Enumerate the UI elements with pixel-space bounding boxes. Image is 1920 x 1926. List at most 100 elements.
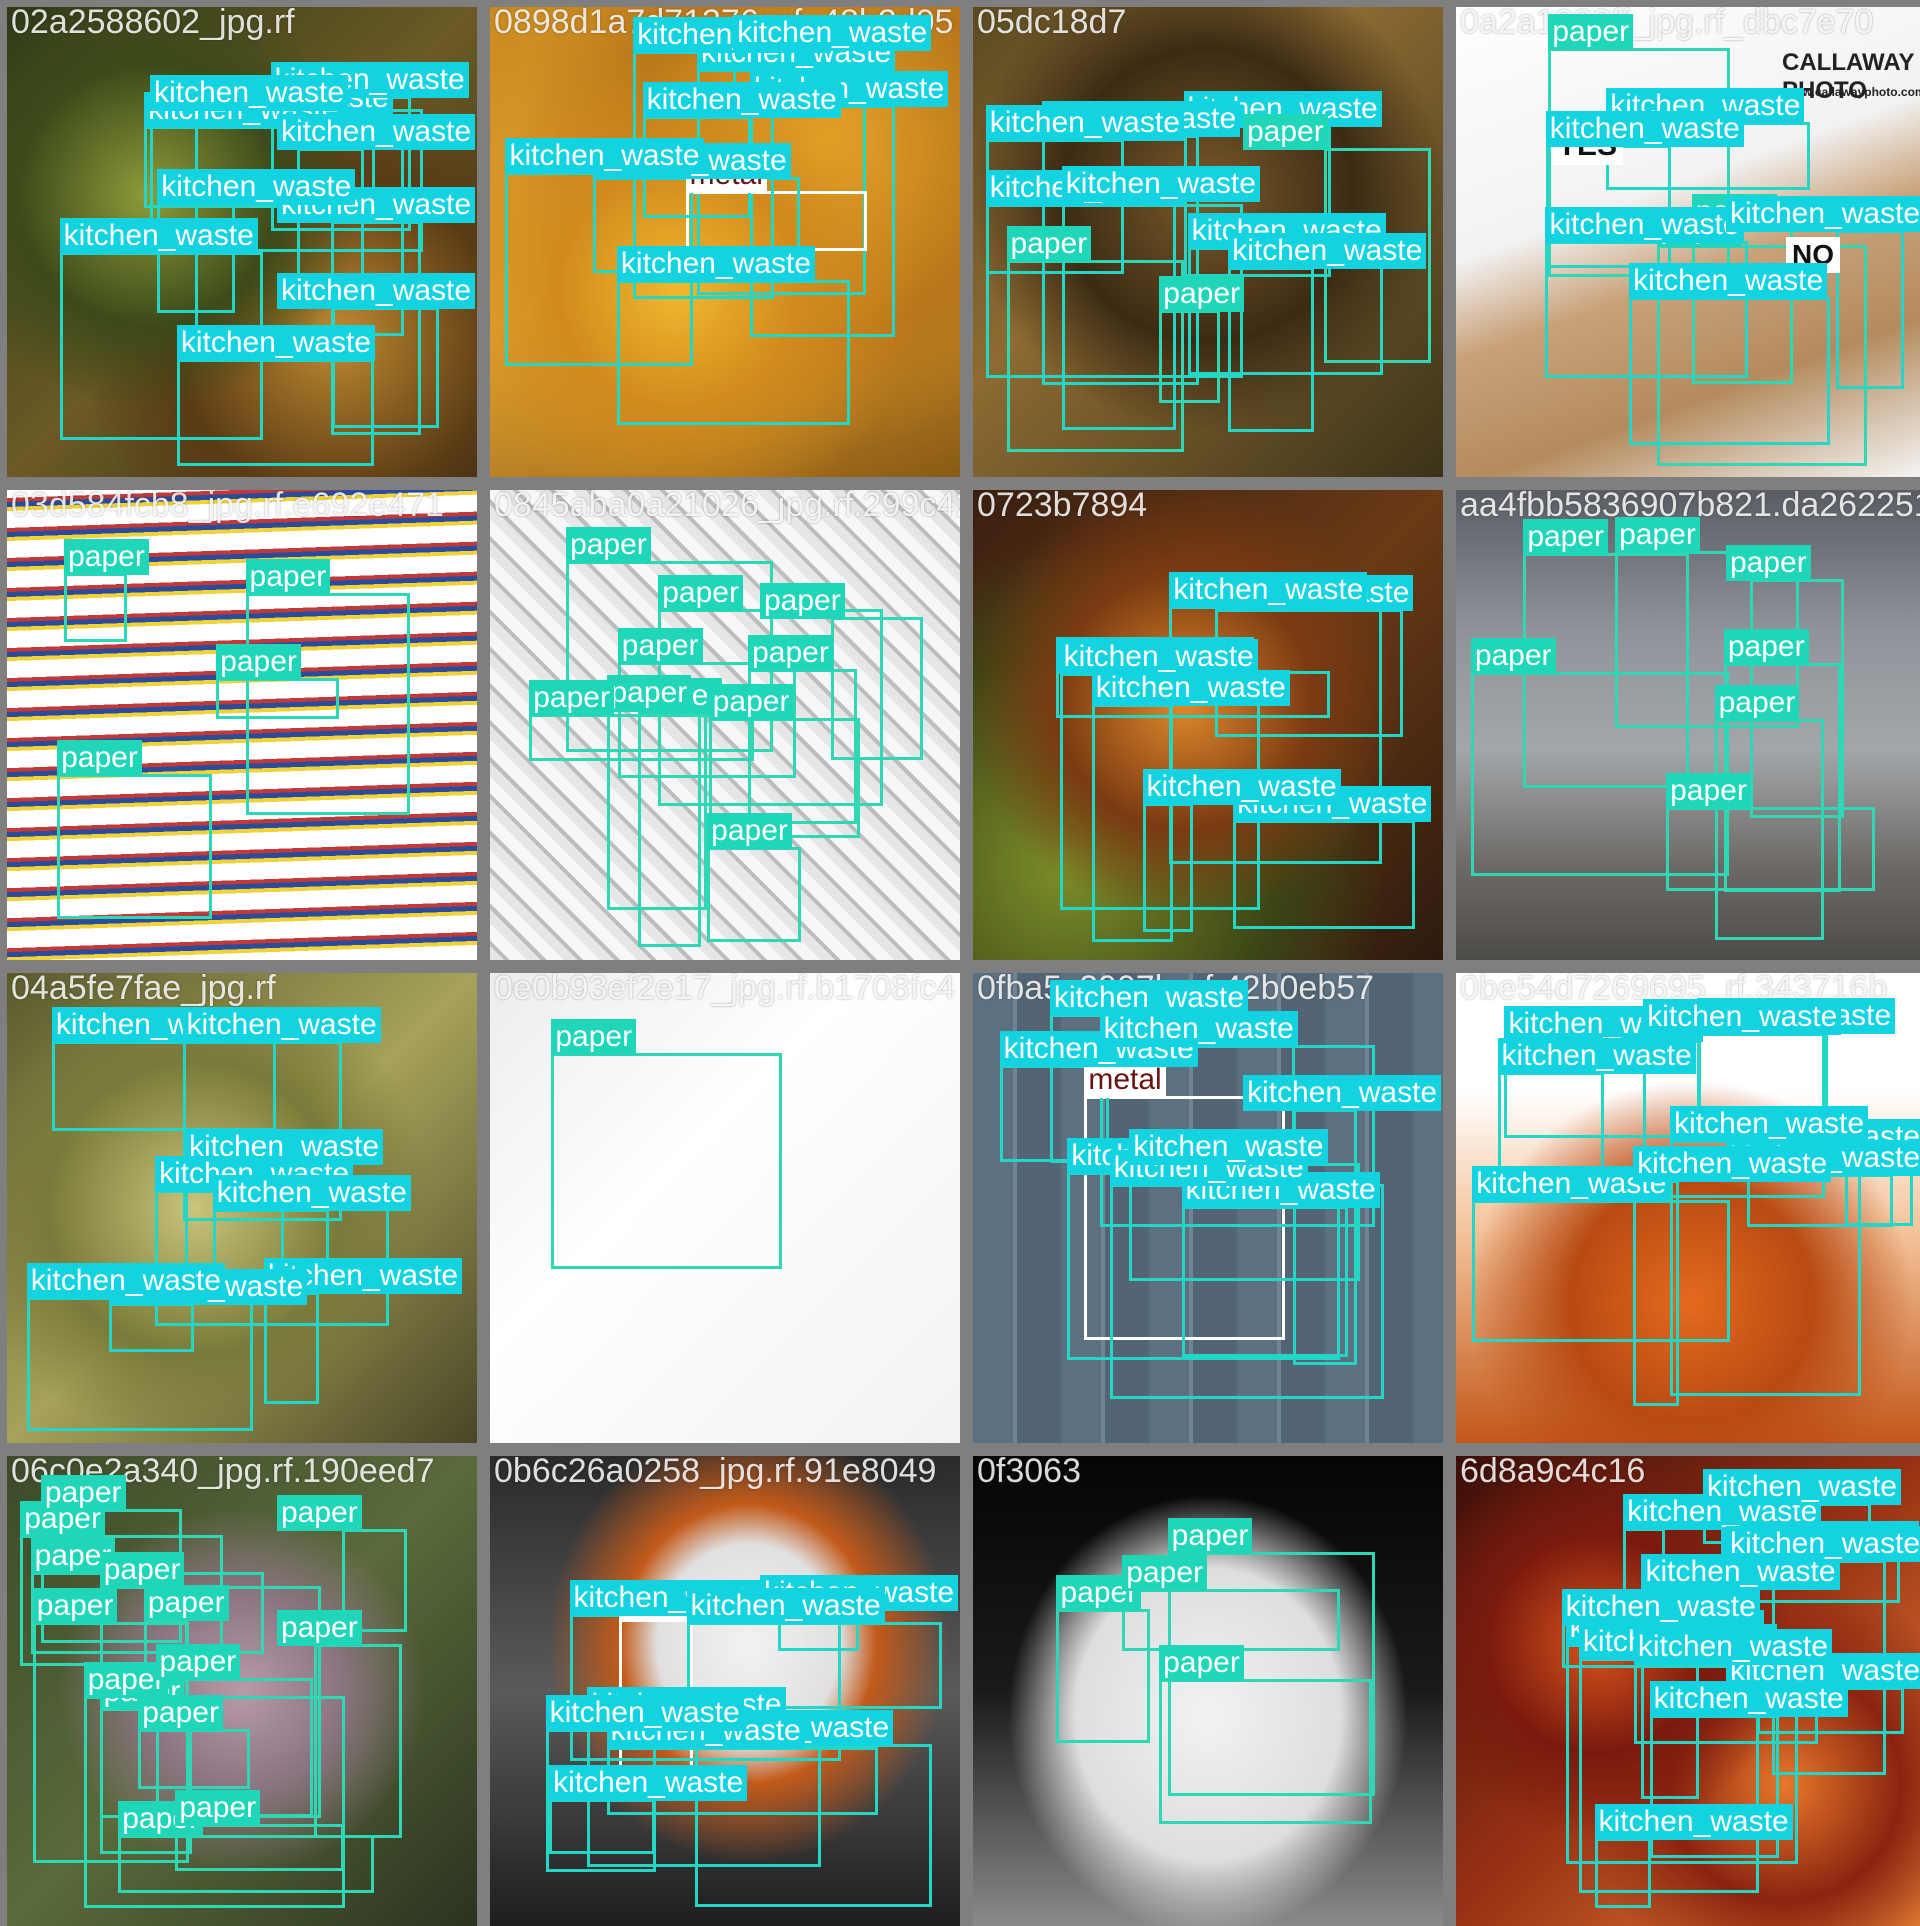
detection-label: paper [1243, 114, 1328, 151]
detection-label: kitchen_waste [1726, 195, 1920, 232]
detection-label: kitchen_waste [1594, 1803, 1793, 1840]
mosaic-tile: 05dc18d7kitchen_wastekitchen_wastekitche… [973, 7, 1443, 477]
detection-label: paper [566, 527, 651, 564]
tile-filename: 0723b7894 [977, 490, 1148, 524]
detection-label: paper [658, 575, 743, 612]
detection-label: paper [1159, 275, 1245, 312]
detection-label: kitchen_waste [1669, 1106, 1869, 1143]
mosaic-tile: 6d8a9c4c16 kitchen_waste kitchen_waste kitc… [1456, 1456, 1920, 1926]
detection-label: kitchen_waste [733, 14, 932, 51]
mosaic-tile: 03d584fcb8_jpg.rf.e692e471paper paper pape… [7, 490, 477, 960]
bounding-box [1497, 1071, 1605, 1169]
tile-filename: 0845aba0a21026_jpg.rf.299c427a [494, 490, 960, 524]
tile-filename: 6d8a9c4c16 [1460, 1456, 1646, 1490]
detection-label: paper [1159, 1645, 1244, 1682]
tile-filename: 0f3063 [977, 1456, 1081, 1490]
detection-label: paper [1615, 516, 1700, 553]
detection-label: kitchen_waste [1561, 1588, 1760, 1625]
bounding-box [1633, 1180, 1680, 1407]
detection-label: kitchen_waste [616, 245, 816, 282]
detection-label: paper [1122, 1554, 1208, 1591]
bounding-box [1122, 1588, 1341, 1651]
detection-label: kitchen_waste [59, 217, 258, 254]
detection-label: kitchen_waste [1629, 263, 1828, 300]
bounding-box [26, 1297, 253, 1431]
mosaic-tile: 0723b7894 kitchen_waste kitchen_waste kitch… [973, 490, 1443, 960]
detection-label: paper [1726, 544, 1811, 581]
tile-filename: 05dc18d7 [977, 7, 1127, 41]
detection-label: paper [99, 1552, 185, 1589]
detection-label: kitchen_waste [1091, 670, 1290, 707]
detection-label: paper [175, 1789, 261, 1826]
detection-label: kitchen_waste [277, 273, 476, 310]
mosaic-tile: 06c0e2a340_jpg.rf.190eed7 paper paper paper… [7, 1456, 477, 1926]
detection-label: kitchen_waste [1169, 571, 1368, 608]
detection-label: paper [277, 1610, 362, 1647]
detection-label: paper [1470, 637, 1556, 674]
mosaic-tile: 0f3063 paper paper paper paper [973, 1456, 1443, 1926]
bounding-box [1835, 229, 1905, 389]
detection-label: kitchen_waste [1643, 999, 1842, 1036]
detection-label: kitchen_waste [1228, 232, 1427, 269]
detection-label: paper [57, 739, 142, 776]
detection-label: paper [143, 1584, 229, 1621]
bounding-box [551, 1053, 783, 1270]
detection-label: kitchen_waste [176, 324, 375, 361]
detection-label: paper [245, 559, 331, 596]
detection-label: paper [32, 1587, 118, 1624]
bounding-box [216, 677, 339, 720]
detection-label: paper [606, 675, 692, 712]
detection-label: paper [708, 683, 794, 720]
mosaic-tile: 0be54d7269695_rf.343716b kitchen_waste kit… [1456, 973, 1920, 1443]
detection-label: kitchen_waste [1129, 1128, 1328, 1165]
detection-label: kitchen_waste [182, 1006, 381, 1043]
tile-filename: 0e0b93ef2e17_jpg.rf.b1708fc4 [494, 973, 956, 1007]
detection-label: paper [1723, 629, 1809, 666]
detection-label: kitchen_waste [149, 75, 349, 112]
detection-label: kitchen_waste [1497, 1037, 1696, 1074]
detection-mosaic: 02a2588602_jpg.rf kitchen_waste kitchen_wa… [0, 0, 1920, 1926]
detection-label: kitchen_waste [1649, 1680, 1848, 1717]
detection-label: paper [155, 1643, 241, 1680]
detection-label: kitchen_waste [1099, 1010, 1298, 1047]
mosaic-tile: 0fba5c2907b_rf.42b0eb57metalkitchen_wast… [973, 973, 1443, 1443]
detection-label: kitchen_waste [686, 1588, 885, 1625]
detection-label: kitchen_waste [549, 1764, 748, 1801]
detection-label: paper [529, 680, 614, 717]
detection-label: paper [551, 1019, 637, 1056]
bounding-box [57, 773, 212, 919]
mosaic-tile: 0b6c26a0258_jpg.rf.91e8049metalkitchen_w… [490, 1456, 960, 1926]
detection-label: kitchen_waste [985, 105, 1184, 142]
detection-label: paper [760, 582, 845, 619]
bounding-box [707, 846, 802, 942]
detection-label: paper [277, 1495, 362, 1532]
detection-label: paper [138, 1695, 223, 1732]
bounding-box [1666, 806, 1875, 891]
detection-label: kitchen_waste [1059, 639, 1258, 676]
detection-label: paper [707, 812, 792, 849]
mosaic-tile: 0898d1a7d71376ccf_48b2d05kitchen_wasteki… [490, 7, 960, 477]
detection-label: kitchen_waste [545, 1695, 744, 1732]
detection-label: kitchen_waste [277, 114, 476, 151]
mosaic-tile: aa4fbb5836907b821.da262251 paper paper pape… [1456, 490, 1920, 960]
detection-label: kitchen_waste [1726, 1526, 1920, 1563]
detection-label: paper [1666, 772, 1751, 809]
detection-label: kitchen_waste [26, 1263, 225, 1300]
detection-label: kitchen_waste [1633, 1629, 1832, 1666]
tile-filename: 0a2a1033ff_jpg.rf_dbc7e70 [1460, 7, 1874, 41]
mosaic-tile: 04a5fe7fae_jpg.rf kitchen_waste kitchen_wa… [7, 973, 477, 1443]
detection-label: paper [1548, 14, 1634, 51]
detection-label: paper [1167, 1517, 1253, 1554]
tile-filename: 03d584fcb8_jpg.rf.e692e471 [11, 490, 444, 524]
detection-label: kitchen_waste [212, 1174, 411, 1211]
detection-label: kitchen_waste [1545, 111, 1744, 148]
detection-label: kitchen_waste [1243, 1075, 1442, 1112]
tile-filename: 0b6c26a0258_jpg.rf.91e8049 [494, 1456, 937, 1490]
detection-label: kitchen_waste [1061, 166, 1260, 203]
detection-label: metal [1084, 1062, 1166, 1099]
detection-label: kitchen_waste [157, 169, 356, 206]
detection-label: kitchen_waste [1142, 769, 1341, 805]
detection-label: paper [64, 539, 149, 576]
detection-label: paper [748, 635, 833, 672]
detection-label: paper [40, 1474, 126, 1511]
